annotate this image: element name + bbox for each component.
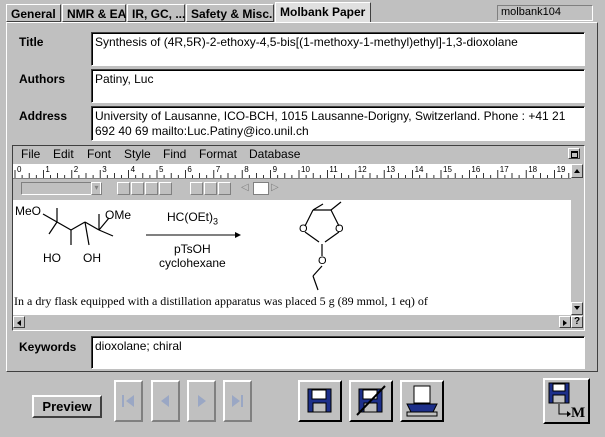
ring-o-left: O — [299, 223, 308, 235]
ruler-label: 14 — [415, 165, 424, 174]
ruler-label: 3 — [102, 165, 107, 174]
next-record-button[interactable] — [187, 380, 216, 422]
preview-button[interactable]: Preview — [32, 395, 102, 418]
indent-field[interactable] — [253, 182, 269, 195]
record-id-field: molbank104 — [497, 5, 593, 21]
ruler-scroll-up-icon[interactable] — [571, 164, 583, 178]
menu-file[interactable]: File — [21, 147, 40, 161]
format-toolbar: ▾ ◁ ▷ — [13, 179, 582, 199]
ruler[interactable]: 0 1 2 3 4 5 6 7 8 9 10 11 12 13 14 15 16 17 18 19 — [13, 164, 571, 179]
label-ome: OMe — [105, 208, 132, 222]
vertical-scrollbar[interactable] — [571, 200, 583, 315]
floppy-disk-icon — [307, 388, 332, 413]
catalyst-label: pTsOH — [174, 242, 211, 256]
tab-safety-misc[interactable]: Safety & Misc. — [186, 4, 274, 22]
document-area[interactable]: MeO OMe HO OH HC(OEt)3 pTsOH cyclohexane… — [13, 200, 571, 315]
align-right-button[interactable] — [145, 182, 158, 195]
delete-button[interactable] — [349, 380, 393, 422]
horizontal-scrollbar[interactable] — [13, 316, 571, 328]
title-label: Title — [19, 35, 44, 49]
align-center-button[interactable] — [131, 182, 144, 195]
solvent-label: cyclohexane — [159, 256, 226, 270]
authors-label: Authors — [19, 72, 65, 86]
previous-record-button[interactable] — [151, 380, 180, 422]
spacing-triple-button[interactable] — [218, 182, 231, 195]
tab-general[interactable]: General — [6, 4, 61, 22]
align-justify-button[interactable] — [159, 182, 172, 195]
ruler-label: 9 — [273, 165, 278, 174]
ruler-label: 18 — [528, 165, 537, 174]
print-button[interactable] — [400, 380, 444, 422]
indent-right-icon[interactable]: ▷ — [271, 182, 281, 195]
address-label: Address — [19, 109, 68, 123]
ruler-label: 10 — [301, 165, 310, 174]
align-left-button[interactable] — [117, 182, 130, 195]
last-record-icon — [232, 395, 243, 407]
ruler-label: 16 — [471, 165, 480, 174]
menu-edit[interactable]: Edit — [53, 147, 74, 161]
label-oh: OH — [83, 251, 101, 265]
spacing-single-button[interactable] — [190, 182, 203, 195]
reagent-label: HC(OEt)3 — [167, 210, 219, 227]
ruler-label: 11 — [329, 165, 338, 174]
menu-database[interactable]: Database — [249, 147, 300, 161]
label-ho: HO — [43, 251, 61, 265]
editor-menubar: File Edit Font Style Find Format Databas… — [13, 147, 582, 163]
style-dropdown-icon[interactable]: ▾ — [91, 182, 102, 195]
ruler-label: 8 — [244, 165, 249, 174]
menu-font[interactable]: Font — [87, 147, 111, 161]
tab-molbank-paper[interactable]: Molbank Paper — [275, 2, 371, 23]
ruler-label: 7 — [216, 165, 221, 174]
window-restore-icon[interactable] — [568, 148, 580, 159]
save-molbank-button[interactable]: M — [543, 378, 590, 424]
help-button[interactable]: ? — [571, 316, 583, 328]
first-record-button[interactable] — [114, 380, 143, 422]
scroll-right-icon[interactable] — [559, 316, 571, 328]
m-label: M — [571, 405, 586, 421]
save-button[interactable] — [298, 380, 342, 422]
tab-ir-gc[interactable]: IR, GC, ... — [127, 4, 185, 22]
ruler-label: 12 — [358, 165, 367, 174]
scroll-down-icon[interactable] — [571, 302, 583, 315]
indent-left-icon[interactable]: ◁ — [241, 182, 251, 195]
spacing-double-button[interactable] — [204, 182, 217, 195]
keywords-label: Keywords — [19, 340, 77, 354]
label-meo: MeO — [15, 204, 42, 218]
menu-find[interactable]: Find — [163, 147, 186, 161]
printer-icon — [406, 385, 438, 417]
ruler-label: 13 — [386, 165, 395, 174]
ethoxy-o: O — [318, 255, 327, 267]
ruler-label: 5 — [159, 165, 164, 174]
text-editor: File Edit Font Style Find Format Databas… — [12, 145, 585, 331]
keywords-field[interactable]: dioxolane; chiral — [91, 336, 585, 369]
scroll-left-icon[interactable] — [13, 316, 25, 328]
address-field[interactable]: University of Lausanne, ICO-BCH, 1015 La… — [91, 106, 585, 141]
menu-style[interactable]: Style — [124, 147, 151, 161]
ring-o-right: O — [335, 223, 344, 235]
floppy-crossed-icon — [356, 385, 386, 416]
last-record-button[interactable] — [223, 380, 252, 422]
authors-field[interactable]: Patiny, Luc — [91, 69, 585, 103]
menu-format[interactable]: Format — [199, 147, 237, 161]
ruler-label: 19 — [557, 165, 566, 174]
body-text: In a dry flask equipped with a distillat… — [14, 294, 428, 308]
ruler-label: 6 — [187, 165, 192, 174]
ruler-label: 15 — [443, 165, 452, 174]
next-record-icon — [198, 395, 206, 407]
ruler-label: 1 — [45, 165, 50, 174]
previous-record-icon — [161, 395, 169, 407]
style-select[interactable] — [21, 182, 101, 195]
ruler-label: 4 — [131, 165, 136, 174]
title-field[interactable]: Synthesis of (4R,5R)-2-ethoxy-4,5-bis[(1… — [91, 32, 585, 66]
tab-nmr-ea[interactable]: NMR & EA — [62, 4, 126, 22]
ruler-label: 0 — [17, 165, 22, 174]
ruler-label: 2 — [74, 165, 79, 174]
first-record-icon — [122, 395, 134, 407]
ruler-label: 17 — [500, 165, 509, 174]
